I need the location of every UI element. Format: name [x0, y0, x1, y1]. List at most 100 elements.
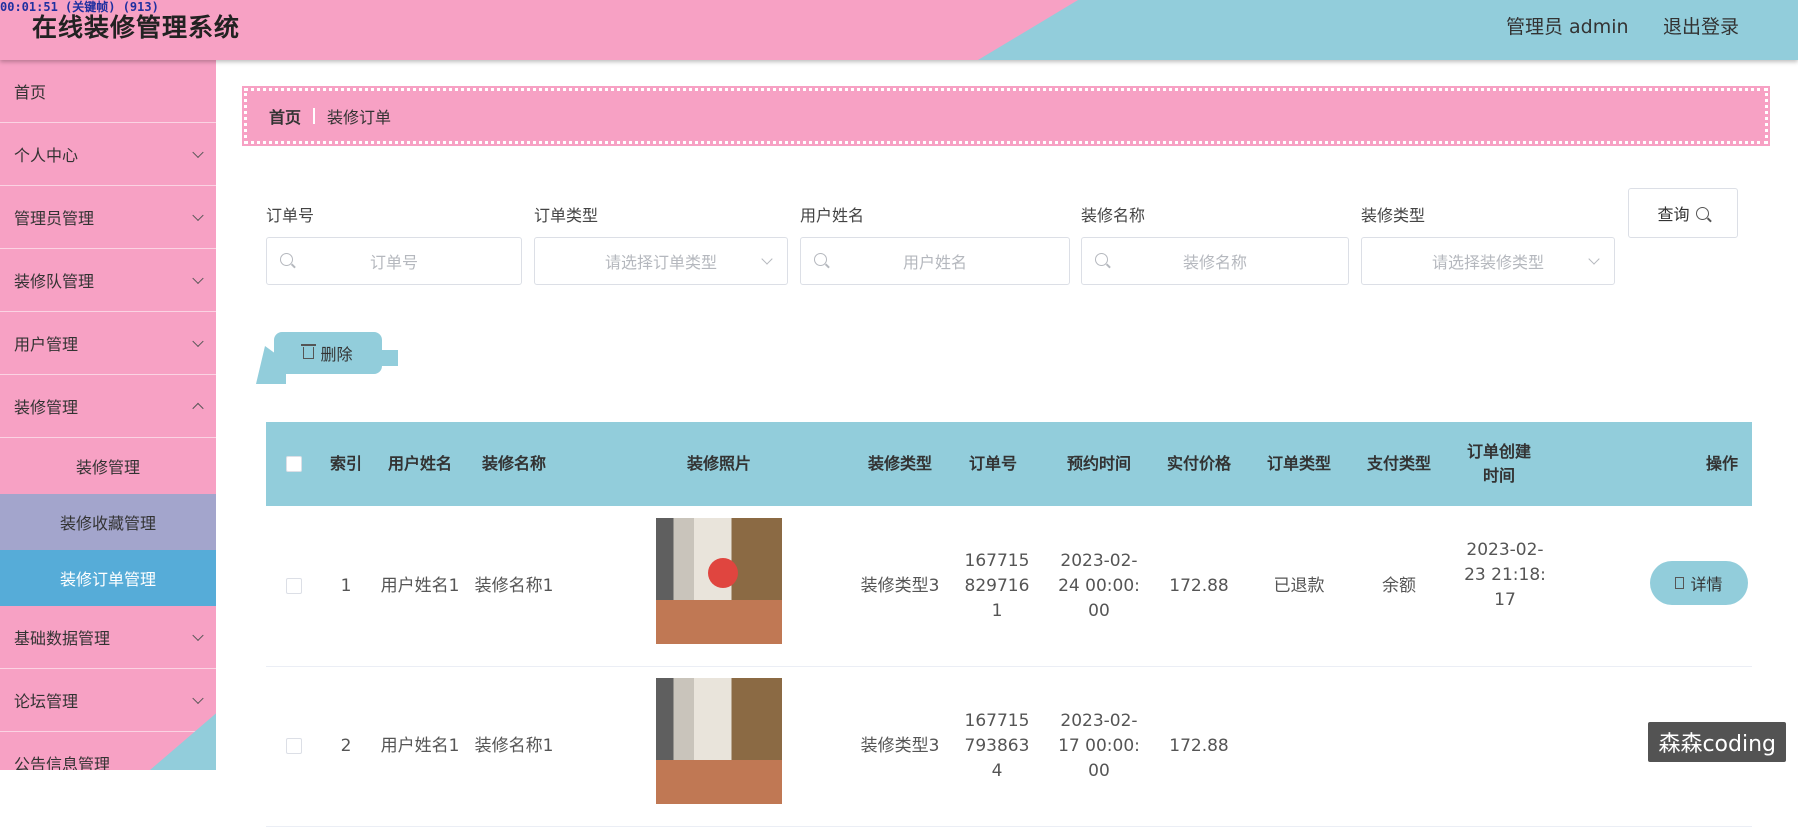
admin-label: 管理员 admin	[1506, 16, 1629, 38]
filter-label-order-no: 订单号	[266, 206, 315, 225]
column-header-order-type: 订单类型	[1266, 454, 1331, 473]
reno-name-input[interactable]: 装修名称	[1081, 237, 1349, 285]
document-icon	[1675, 577, 1685, 589]
chevron-down-icon	[192, 335, 204, 348]
search-icon	[1095, 253, 1108, 266]
sidebar-item-forum[interactable]: 论坛管理	[0, 669, 216, 732]
cell-order-type: 已退款	[1273, 575, 1325, 596]
chevron-down-icon	[1588, 253, 1600, 265]
table-row: 1 用户姓名1 装修名称1 装修类型3 1677158297161 2023-0…	[266, 506, 1752, 667]
sidebar-item-label: 论坛管理	[14, 692, 79, 711]
cell-appointment: 2023-02-24 00:00:00	[1058, 550, 1140, 621]
cell-index: 1	[340, 575, 352, 596]
trash-icon	[301, 344, 317, 359]
cell-reno-name: 装修名称1	[474, 575, 554, 596]
row-checkbox[interactable]	[286, 738, 302, 754]
column-header-price: 实付价格	[1166, 454, 1231, 473]
chevron-up-icon	[192, 402, 204, 415]
sidebar-item-personal-center[interactable]: 个人中心	[0, 123, 216, 186]
user-name-input[interactable]: 用户姓名	[800, 237, 1070, 285]
detail-button-label: 详情	[1690, 575, 1723, 594]
sidebar-item-label: 管理员管理	[14, 209, 95, 228]
chevron-down-icon	[192, 629, 204, 642]
reno-name-placeholder: 装修名称	[1182, 253, 1247, 272]
user-name-placeholder: 用户姓名	[902, 253, 967, 272]
filter-label-user-name: 用户姓名	[800, 206, 865, 225]
column-header-user-name: 用户姓名	[387, 454, 452, 473]
renovation-photo	[656, 518, 782, 644]
reno-type-select[interactable]: 请选择装修类型	[1361, 237, 1615, 285]
sidebar-item-label: 基础数据管理	[14, 629, 111, 648]
sidebar-subitem-favorites[interactable]: 装修收藏管理	[0, 494, 216, 550]
cell-price: 172.88	[1169, 575, 1229, 596]
column-header-reno-name: 装修名称	[481, 454, 546, 473]
cell-pay-type: 余额	[1382, 575, 1416, 596]
chevron-down-icon	[192, 692, 204, 705]
filter-label-reno-name: 装修名称	[1081, 206, 1146, 225]
sidebar-item-label: 用户管理	[14, 335, 79, 354]
breadcrumb-home[interactable]: 首页	[269, 104, 301, 128]
column-header-reno-type: 装修类型	[867, 454, 932, 473]
cell-reno-name: 装修名称1	[474, 735, 554, 756]
cell-order-no: 1677157938634	[964, 710, 1030, 781]
sidebar-item-label: 装修队管理	[14, 272, 95, 291]
column-header-order-no: 订单号	[968, 454, 1017, 473]
row-checkbox[interactable]	[286, 578, 302, 594]
table-row: 2 用户姓名1 装修名称1 装修类型3 1677157938634 2023-0…	[266, 666, 1752, 827]
sidebar-item-label: 个人中心	[14, 146, 79, 165]
order-no-placeholder: 订单号	[369, 253, 418, 272]
chevron-down-icon	[192, 209, 204, 222]
query-button-label: 查询	[1657, 205, 1690, 224]
sidebar-item-renovation-management[interactable]: 装修管理	[0, 375, 216, 438]
chevron-down-icon	[761, 253, 773, 265]
detail-button[interactable]: 详情	[1650, 561, 1748, 605]
sidebar-item-home[interactable]: 首页	[0, 60, 216, 123]
order-type-select[interactable]: 请选择订单类型	[534, 237, 788, 285]
cell-created: 2023-02-23 21:18:17	[1464, 540, 1546, 610]
sidebar-item-base-data[interactable]: 基础数据管理	[0, 606, 216, 669]
delete-button[interactable]: 删除	[274, 332, 382, 374]
column-header-actions: 操作	[1706, 454, 1739, 473]
search-icon	[280, 253, 293, 266]
order-type-placeholder: 请选择订单类型	[604, 253, 717, 272]
sidebar-item-label: 装修管理	[14, 398, 79, 417]
renovation-photo	[656, 678, 782, 804]
table-header: 索引 用户姓名 装修名称 装修照片 装修类型 订单号 预约时间 实付价格 订单类…	[266, 422, 1752, 506]
chevron-down-icon	[192, 272, 204, 285]
cell-price: 172.88	[1169, 735, 1229, 756]
filter-label-order-type: 订单类型	[534, 206, 599, 225]
column-header-created: 订单创建时间	[1466, 442, 1531, 485]
select-all-checkbox[interactable]	[286, 456, 302, 472]
logout-link[interactable]: 退出登录	[1663, 12, 1739, 39]
breadcrumb-separator	[313, 108, 316, 124]
sidebar-item-team-management[interactable]: 装修队管理	[0, 249, 216, 312]
delete-button-label: 删除	[320, 345, 353, 364]
filter-label-reno-type: 装修类型	[1361, 206, 1426, 225]
search-icon	[814, 253, 827, 266]
sidebar-item-admin-management[interactable]: 管理员管理	[0, 186, 216, 249]
column-header-appointment: 预约时间	[1066, 454, 1131, 473]
sidebar: 首页 个人中心 管理员管理 装修队管理 用户管理 装修管理 装修管理 装修收藏管…	[0, 60, 216, 770]
cell-user-name: 用户姓名1	[380, 575, 460, 596]
sidebar-item-label: 首页	[14, 83, 47, 102]
cell-order-no: 1677158297161	[964, 550, 1030, 621]
app-title: 在线装修管理系统	[32, 13, 241, 42]
search-icon	[1695, 206, 1709, 220]
top-header: 00:01:51 (关键帧) (913) 在线装修管理系统 管理员 admin …	[0, 0, 1798, 60]
column-header-pay-type: 支付类型	[1366, 454, 1431, 473]
sidebar-subitem-renovation[interactable]: 装修管理	[0, 438, 216, 494]
main-content: 首页 装修订单 订单号 订单号 订单类型 请选择订单类型 用户姓名 用户姓名 装…	[216, 60, 1798, 827]
chevron-down-icon	[192, 146, 204, 159]
order-no-input[interactable]: 订单号	[266, 237, 522, 285]
sidebar-item-user-management[interactable]: 用户管理	[0, 312, 216, 375]
column-header-index: 索引	[329, 454, 362, 473]
breadcrumb-current: 装修订单	[327, 108, 392, 127]
cell-reno-type: 装修类型3	[860, 575, 940, 596]
query-button[interactable]: 查询	[1628, 188, 1738, 238]
breadcrumb: 首页 装修订单	[242, 86, 1770, 146]
column-header-photo: 装修照片	[686, 454, 751, 473]
sidebar-item-label: 公告信息管理	[14, 755, 111, 770]
sidebar-subitem-orders[interactable]: 装修订单管理	[0, 550, 216, 606]
reno-type-placeholder: 请选择装修类型	[1431, 253, 1544, 272]
watermark: 森森coding	[1648, 722, 1786, 762]
